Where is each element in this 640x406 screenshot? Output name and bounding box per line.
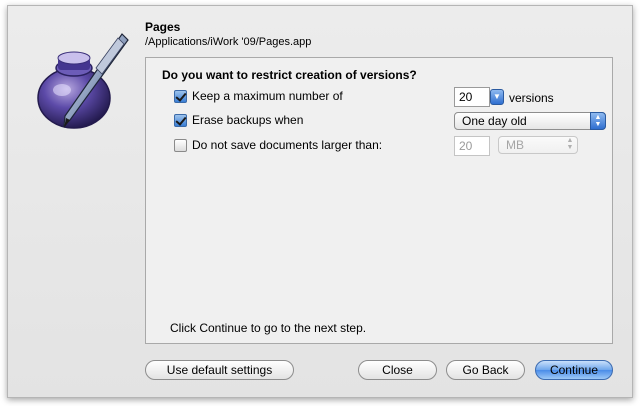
size-unit-selected: MB (506, 138, 524, 152)
erase-backups-checkbox[interactable] (174, 113, 187, 127)
erase-backups-selected: One day old (462, 114, 527, 128)
max-versions-row: Keep a maximum number of (174, 89, 343, 103)
size-limit-row: Do not save documents larger than: (174, 138, 382, 152)
go-back-button[interactable]: Go Back (446, 360, 525, 380)
size-limit-field[interactable]: 20 (454, 136, 490, 156)
size-limit-label: Do not save documents larger than: (192, 138, 383, 152)
max-versions-field[interactable]: 20 (454, 87, 490, 107)
instruction-text: Click Continue to go to the next step. (170, 321, 367, 335)
max-versions-label: Keep a maximum number of (192, 89, 343, 103)
dialog-window: Pages /Applications/iWork '09/Pages.app … (7, 5, 633, 398)
close-button[interactable]: Close (358, 360, 437, 380)
options-panel: Do you want to restrict creation of vers… (145, 57, 613, 344)
question-heading: Do you want to restrict creation of vers… (162, 68, 417, 82)
pages-app-icon (32, 28, 132, 132)
erase-backups-popup[interactable]: One day old ▲ ▼ (454, 112, 606, 130)
app-name: Pages (145, 20, 181, 34)
continue-button[interactable]: Continue (535, 360, 613, 380)
size-limit-checkbox[interactable] (174, 138, 187, 152)
popup-arrows-icon: ▲ ▼ (566, 137, 574, 151)
stepper-arrows-icon[interactable]: ▼ (490, 89, 504, 105)
size-unit-popup[interactable]: MB ▲ ▼ (498, 136, 578, 154)
app-path: /Applications/iWork '09/Pages.app (145, 36, 312, 48)
erase-backups-row: Erase backups when (174, 113, 303, 127)
use-default-settings-button[interactable]: Use default settings (145, 360, 294, 380)
max-versions-checkbox[interactable] (174, 89, 187, 103)
versions-suffix: versions (509, 91, 554, 105)
popup-arrows-icon: ▲ ▼ (590, 112, 606, 130)
erase-backups-label: Erase backups when (192, 113, 304, 127)
